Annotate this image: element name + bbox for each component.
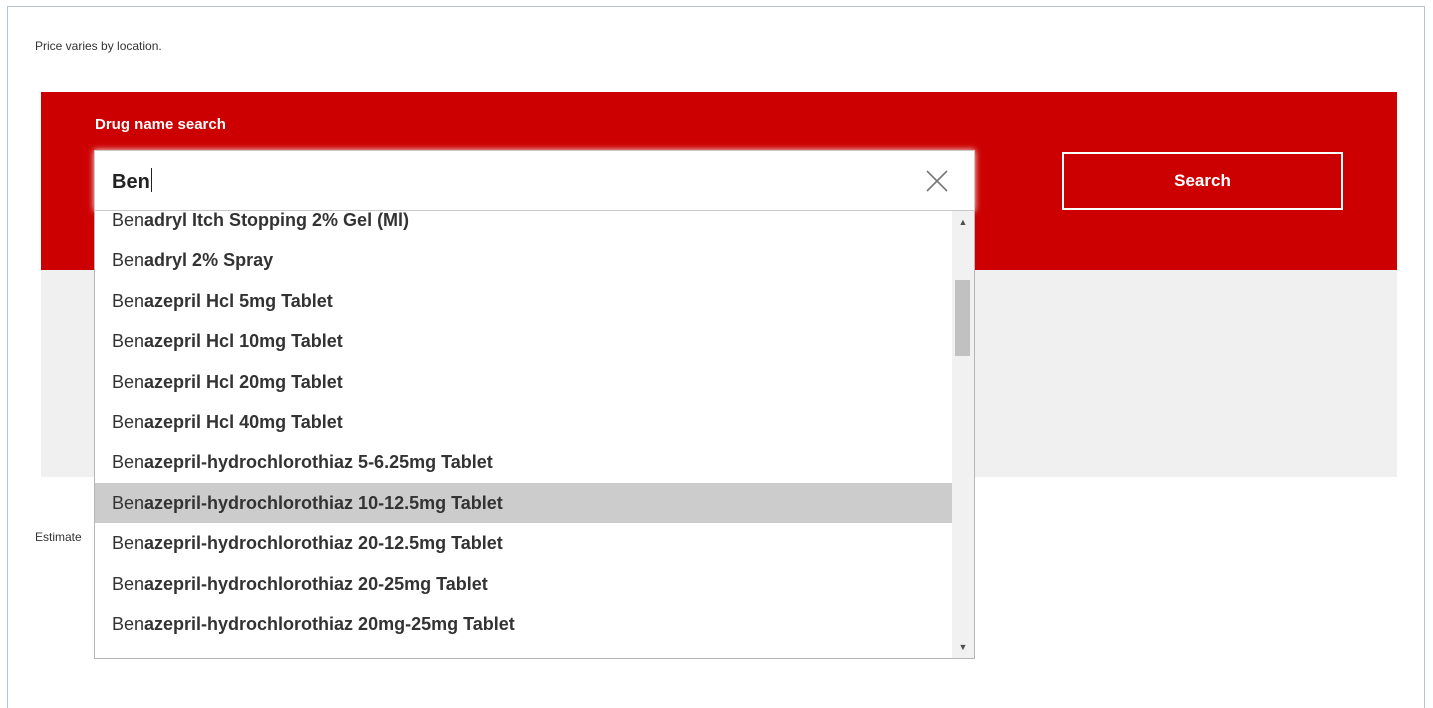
suggestion-match-prefix: Ben	[112, 411, 145, 432]
suggestion-remainder: azepril-hydrochlorothiaz 10-12.5mg Table…	[144, 492, 503, 513]
suggestion-remainder: adryl 2% Spray	[144, 250, 274, 271]
estimate-label: Estimate	[35, 530, 82, 544]
search-button[interactable]: Search	[1062, 152, 1343, 210]
suggestion-match-prefix: Ben	[112, 371, 145, 392]
suggestion-item[interactable]: Benazepril-hydrochlorothiaz 5-6.25mg Tab…	[95, 442, 952, 482]
suggestion-item[interactable]: Benazepril-hydrochlorothiaz 20-12.5mg Ta…	[95, 523, 952, 563]
scrollbar-thumb[interactable]	[955, 280, 970, 356]
suggestion-match-prefix: Ben	[112, 452, 145, 473]
suggestion-match-prefix: Ben	[112, 331, 145, 352]
suggestion-item[interactable]: Benadryl 2% Spray	[95, 240, 952, 280]
suggestion-remainder: azepril Hcl 10mg Tablet	[144, 331, 343, 352]
suggestion-match-prefix: Ben	[112, 573, 145, 594]
suggestion-match-prefix: Ben	[112, 290, 145, 311]
suggestion-remainder: azepril Hcl 40mg Tablet	[144, 411, 343, 432]
dropdown-scrollbar[interactable]: ▲ ▼	[952, 211, 974, 658]
drug-search-input[interactable]: Ben	[94, 150, 975, 211]
suggestion-item[interactable]: Benazepril-hydrochlorothiaz 10-12.5mg Ta…	[95, 482, 952, 524]
text-caret	[150, 168, 152, 192]
suggestion-match-prefix: Ben	[112, 613, 145, 634]
suggestion-item[interactable]: Benadryl Itch Stopping 2% Gel (Ml)	[95, 211, 952, 240]
suggestion-match-prefix: Ben	[112, 492, 145, 513]
suggestion-item[interactable]: Benazepril Hcl 5mg Tablet	[95, 281, 952, 321]
autocomplete-dropdown[interactable]: Benadryl Itch Stopping 2% Gel (Ml) Benadr…	[94, 211, 975, 659]
arrow-up-icon[interactable]: ▲	[952, 213, 974, 231]
price-note: Price varies by location.	[35, 39, 162, 53]
suggestion-list: Benadryl Itch Stopping 2% Gel (Ml) Benadr…	[95, 211, 952, 644]
suggestion-item[interactable]: Benazepril Hcl 40mg Tablet	[95, 402, 952, 442]
suggestion-item[interactable]: Benazepril Hcl 10mg Tablet	[95, 321, 952, 361]
suggestion-item[interactable]: Benazepril Hcl 20mg Tablet	[95, 362, 952, 402]
suggestion-remainder: azepril-hydrochlorothiaz 20-25mg Tablet	[144, 573, 488, 594]
suggestion-remainder: adryl Itch Stopping 2% Gel (Ml)	[144, 211, 410, 230]
arrow-down-icon[interactable]: ▼	[952, 638, 974, 656]
search-label: Drug name search	[95, 116, 226, 133]
suggestion-remainder: azepril-hydrochlorothiaz 5-6.25mg Tablet	[144, 452, 493, 473]
suggestion-remainder: azepril Hcl 5mg Tablet	[144, 290, 333, 311]
suggestion-match-prefix: Ben	[112, 211, 145, 230]
suggestion-remainder: azepril-hydrochlorothiaz 20-12.5mg Table…	[144, 533, 503, 554]
search-input-value: Ben	[112, 171, 150, 193]
suggestion-remainder: azepril Hcl 20mg Tablet	[144, 371, 343, 392]
suggestion-remainder: azepril-hydrochlorothiaz 20mg-25mg Table…	[144, 613, 515, 634]
close-icon[interactable]	[922, 166, 952, 196]
suggestion-item[interactable]: Benazepril-hydrochlorothiaz 20mg-25mg Ta…	[95, 604, 952, 644]
suggestion-match-prefix: Ben	[112, 533, 145, 554]
suggestion-item[interactable]: Benazepril-hydrochlorothiaz 20-25mg Tabl…	[95, 564, 952, 604]
suggestion-match-prefix: Ben	[112, 250, 145, 271]
